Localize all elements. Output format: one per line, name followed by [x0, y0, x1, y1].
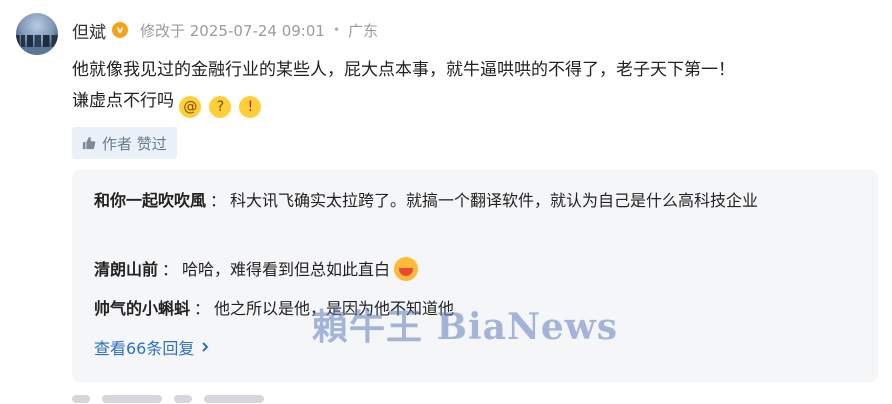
reply-colon: ： [210, 191, 227, 210]
location-label: 广东 [348, 21, 379, 40]
dizzy-face-emoji: @ [179, 96, 202, 118]
reply-text: 科大讯飞确实太拉跨了。就搞一个翻译软件，就认为自己是什么高科技企业 [230, 191, 759, 210]
thinking-face-emoji: ? [209, 96, 232, 118]
partial-icon [204, 395, 264, 403]
reply-text: 他之所以是他，是因为他不知道他 [214, 299, 455, 318]
partial-icon [102, 395, 162, 403]
avatar-city-skyline [16, 35, 58, 47]
avatar[interactable] [16, 13, 58, 55]
post-meta: 修改于 2025-07-24 09:01 • 广东 [140, 20, 378, 41]
reply-text: 哈哈，难得看到但总如此直白 [182, 260, 391, 279]
reply-item: 帅气的小蝌蚪：他之所以是他，是因为他不知道他 [94, 294, 864, 324]
partial-icon [174, 395, 192, 403]
reply-item: 清朗山前：哈哈，难得看到但总如此直白 [94, 255, 864, 285]
reply-author[interactable]: 帅气的小蝌蚪 [94, 299, 190, 318]
post-text-line-2-wrapper: 谦虚点不行吗 @?! [72, 86, 872, 118]
reply-item: 和你一起吹吹風：科大讯飞确实太拉跨了。就搞一个翻译软件，就认为自己是什么高科技企… [94, 186, 864, 216]
shushing-face-emoji: ! [239, 96, 262, 118]
post-content: 他就像我见过的金融行业的某些人，屁大点本事，就牛逼哄哄的不得了，老子天下第一！ … [72, 55, 872, 118]
partial-icon [72, 395, 90, 403]
post-text-line-2: 谦虚点不行吗 [72, 91, 174, 111]
verified-badge-icon: v [112, 22, 128, 38]
chevron-right-icon [202, 342, 209, 352]
view-more-label[interactable]: 查看66条回复 [94, 335, 194, 359]
reply-colon: ： [162, 260, 179, 279]
reply-colon: ： [194, 299, 211, 318]
avatar-water [16, 47, 58, 55]
author-liked-tag: 作者 赞过 [72, 127, 177, 159]
post-header: 但斌 v 修改于 2025-07-24 09:01 • 广东 [72, 18, 378, 43]
edited-timestamp: 修改于 2025-07-24 09:01 [140, 21, 325, 40]
thumbs-up-icon [82, 136, 96, 150]
post-text-line-1: 他就像我见过的金融行业的某些人，屁大点本事，就牛逼哄哄的不得了，老子天下第一！ [72, 60, 735, 80]
reply-author[interactable]: 清朗山前 [94, 260, 158, 279]
username[interactable]: 但斌 [72, 18, 106, 43]
replies-panel: 和你一起吹吹風：科大讯飞确实太拉跨了。就搞一个翻译软件，就认为自己是什么高科技企… [72, 170, 878, 382]
grinning-face-emoji [394, 257, 419, 281]
view-more-replies-link[interactable]: 查看66条回复 [94, 335, 210, 359]
reply-author[interactable]: 和你一起吹吹風 [94, 191, 206, 210]
meta-separator: • [332, 23, 341, 37]
author-liked-label: 作者 赞过 [102, 134, 167, 153]
